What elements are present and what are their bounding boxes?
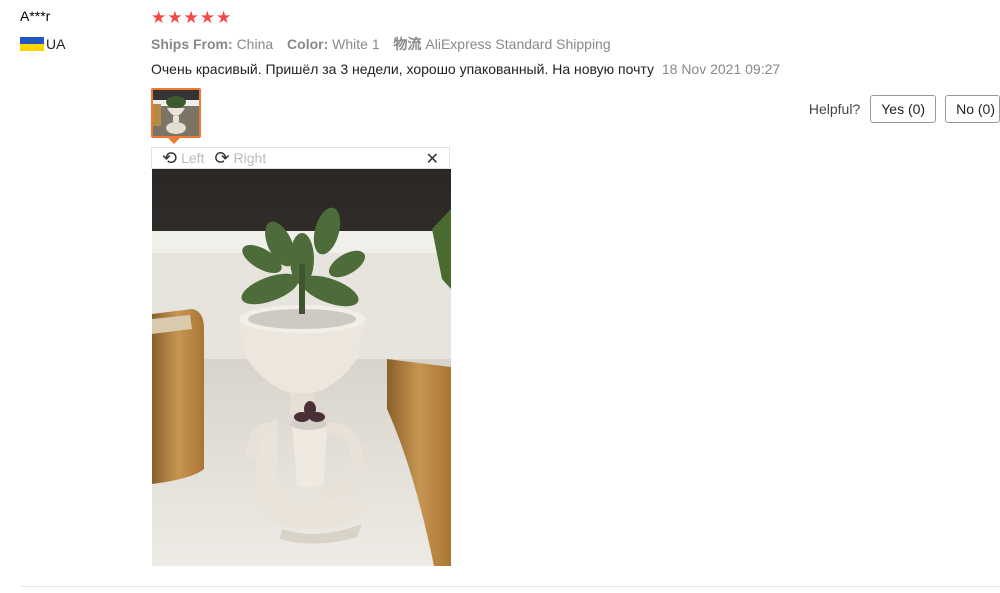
rotate-left-button[interactable]: ⟲ Left <box>162 149 204 167</box>
ukraine-flag-icon <box>20 37 44 51</box>
close-icon[interactable]: ✕ <box>426 149 439 169</box>
review-photo-thumbnail[interactable] <box>151 88 201 138</box>
helpful-yes-button[interactable]: Yes (0) <box>870 95 937 123</box>
shipping-label: 物流 <box>393 36 422 52</box>
review-text-row: Очень красивый. Пришёл за 3 недели, хоро… <box>151 61 780 77</box>
star-icon: ★ <box>216 8 232 27</box>
shipping-value: AliExpress Standard Shipping <box>425 36 611 52</box>
photo-viewer-toolbar: ⟲ Left ⟳ Right ✕ <box>151 147 450 169</box>
helpful-no-button[interactable]: No (0) <box>945 95 1000 123</box>
rotate-right-icon: ⟳ <box>214 148 230 168</box>
review-photo <box>152 169 451 566</box>
reviewer-name: A***r <box>20 8 51 24</box>
ships-from-label: Ships From: <box>151 36 233 52</box>
rotate-right-label: Right <box>233 150 267 166</box>
review-text: Очень красивый. Пришёл за 3 недели, хоро… <box>151 61 654 77</box>
star-rating: ★ ★ ★ ★ ★ <box>151 8 231 28</box>
thumbnail-pointer <box>168 138 180 144</box>
country-code: UA <box>46 36 66 52</box>
ships-from-value: China <box>236 36 274 52</box>
rotate-left-icon: ⟲ <box>162 148 178 168</box>
color-label: Color: <box>287 36 329 52</box>
rotate-left-label: Left <box>181 150 205 166</box>
review-date: 18 Nov 2021 09:27 <box>661 61 781 77</box>
review-divider <box>20 586 1000 587</box>
reviewer-country: UA <box>20 36 65 52</box>
star-icon: ★ <box>199 8 215 27</box>
rotate-right-button[interactable]: ⟳ Right <box>214 149 266 167</box>
color-value: White 1 <box>332 36 380 52</box>
helpful-vote: Helpful? Yes (0) No (0) <box>809 95 1000 123</box>
helpful-label: Helpful? <box>808 101 861 117</box>
star-icon: ★ <box>183 8 199 27</box>
order-info: Ships From: China Color: White 1 物流 AliE… <box>151 34 621 54</box>
star-icon: ★ <box>167 8 183 27</box>
star-icon: ★ <box>151 8 167 27</box>
